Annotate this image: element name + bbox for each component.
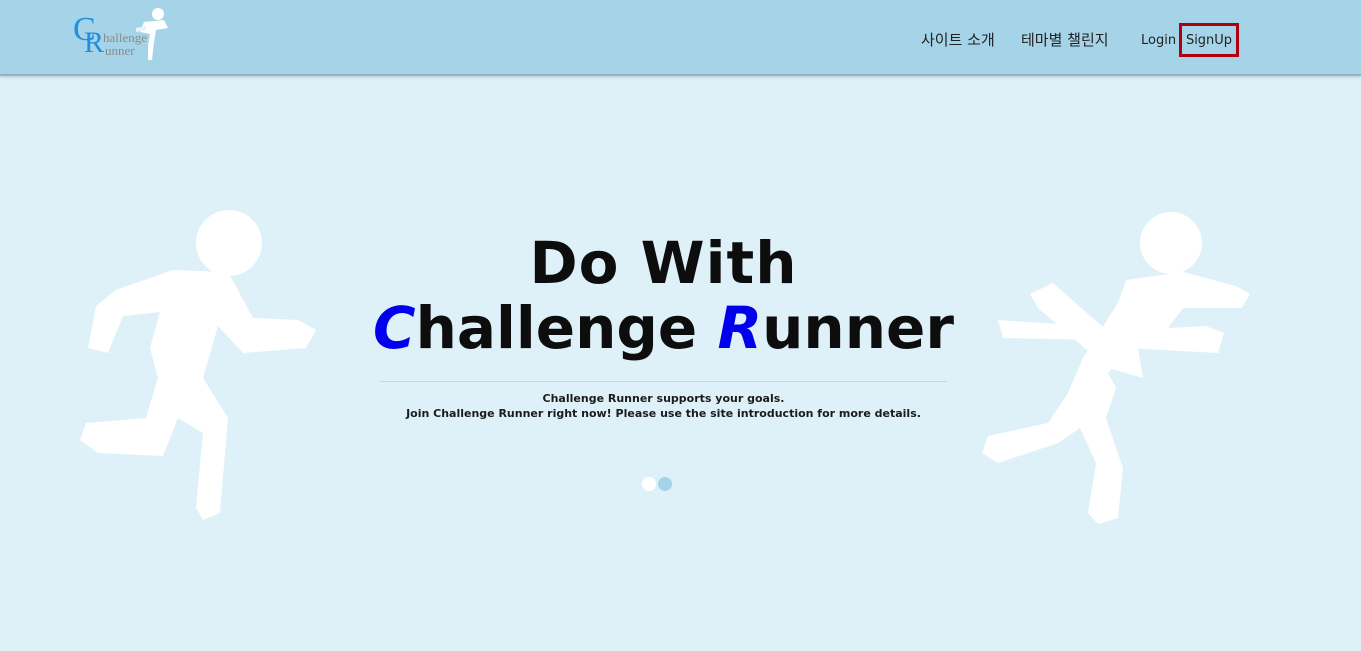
hero-accent-r: R [717,294,763,362]
carousel-dot-1[interactable] [642,477,656,491]
hero-subtitle-1: Challenge Runner supports your goals. [542,392,785,405]
hero-title-line1: Do With [529,229,798,297]
logo-runner-icon [136,8,168,60]
logo-letter-r: R [84,26,105,59]
nav-theme-challenge[interactable]: 테마별 챌린지 [1021,29,1109,105]
carousel-dot-2[interactable] [658,477,672,491]
hero-text-hallenge: hallenge [415,294,718,362]
right-finish-runner-icon [982,212,1250,524]
hero-subtitle-2: Join Challenge Runner right now! Please … [406,407,921,420]
top-header: C R hallenge unner 사이트 소개 테마별 챌린지 Login … [0,0,1361,76]
hero-text-unner: unner [762,294,954,362]
login-link[interactable]: Login [1141,33,1176,109]
signup-button[interactable]: SignUp [1179,23,1239,57]
hero-divider [380,381,947,382]
nav-site-intro[interactable]: 사이트 소개 [921,29,995,105]
hero-accent-c: C [373,294,416,362]
left-runner-icon [80,210,316,520]
hero-title-line2: Challenge Runner [360,293,967,363]
site-logo[interactable]: C R hallenge unner [72,6,172,62]
